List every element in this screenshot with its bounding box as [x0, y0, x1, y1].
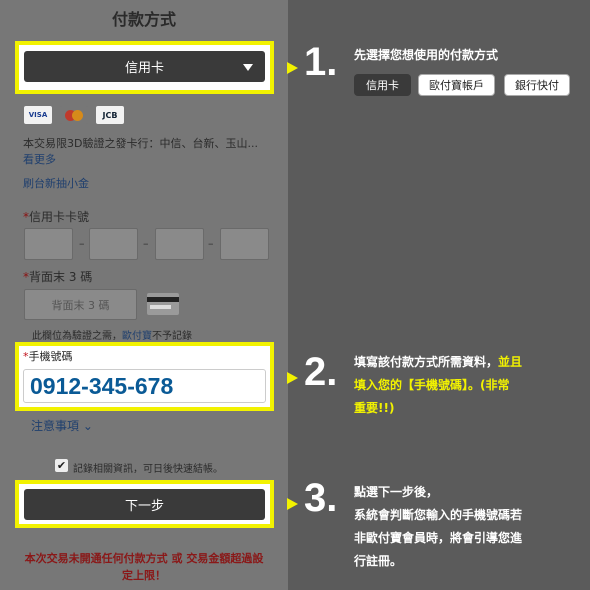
card-back-icon [147, 293, 179, 315]
step1-arrow-icon [287, 62, 298, 74]
see-more-link[interactable]: 看更多 [23, 151, 56, 167]
chevron-down-icon: ⌄ [82, 419, 93, 433]
card-number-field-1[interactable] [24, 228, 73, 260]
allpay-link[interactable]: 歐付寶 [122, 331, 152, 342]
option-credit-card: 信用卡 [354, 74, 411, 96]
payment-method-select-value: 信用卡 [124, 61, 164, 76]
remember-label: 記錄相關資訊，可日後快速結帳。 [73, 464, 223, 475]
step3-text: 點選下一步後， 系統會判斷您輸入的手機號碼若 非歐付寶會員時，將會引導您進 行註… [354, 485, 523, 568]
method-select-highlight: 信用卡 [15, 41, 274, 94]
step3-arrow-icon [287, 498, 298, 510]
promo-link[interactable]: 刷台新抽小金 [23, 175, 89, 191]
jcb-icon: JCB [96, 106, 124, 124]
cvv-note: 此欄位為驗證之需，歐付寶不予記錄 [32, 331, 192, 342]
option-bank-pay: 銀行快付 [504, 74, 570, 96]
card-number-label: *信用卡卡號 [23, 210, 90, 224]
visa-icon: VISA [24, 106, 52, 124]
remember-checkbox[interactable]: ✔ [55, 459, 68, 472]
payment-method-select[interactable]: 信用卡 [24, 51, 265, 82]
page-title: 付款方式 [111, 10, 176, 29]
step3-number: 3. [304, 476, 338, 520]
card-number-field-4[interactable] [220, 228, 269, 260]
card-number-field-3[interactable] [155, 228, 204, 260]
card-brand-logos: VISA JCB [24, 106, 124, 124]
chevron-down-icon [243, 63, 253, 71]
cvv-field[interactable]: 背面末 3 碼 [24, 289, 137, 320]
step1-text: 先選擇您想使用的付款方式 [354, 48, 499, 62]
next-button[interactable]: 下一步 [24, 489, 265, 520]
payment-form-panel: 付款方式 信用卡 VISA JCB 本交易限3D驗證之發卡行：中信、台新、玉山.… [0, 0, 288, 590]
warning-text: 本次交易未開通任何付款方式 或 交易金額超過設 定上限！ [24, 552, 264, 582]
step1-number: 1. [304, 40, 338, 84]
phone-label: *手機號碼 [23, 350, 73, 363]
option-allpay-account: 歐付寶帳戶 [418, 74, 495, 96]
phone-input[interactable]: 0912-345-678 [23, 369, 266, 403]
step2-arrow-icon [287, 372, 298, 384]
card-number-field-2[interactable] [89, 228, 138, 260]
notes-link[interactable]: 注意事項 ⌄ [31, 417, 93, 434]
next-button-highlight: 下一步 [15, 480, 274, 528]
cvv-label: *背面末 3 碼 [23, 270, 93, 284]
mastercard-icon [60, 106, 88, 124]
step2-text: 填寫該付款方式所需資料，並且 填入您的【手機號碼】。(非常 重要!!) [354, 355, 523, 415]
step2-number: 2. [304, 350, 338, 394]
bank-notice: 本交易限3D驗證之發卡行：中信、台新、玉山... [23, 137, 258, 150]
